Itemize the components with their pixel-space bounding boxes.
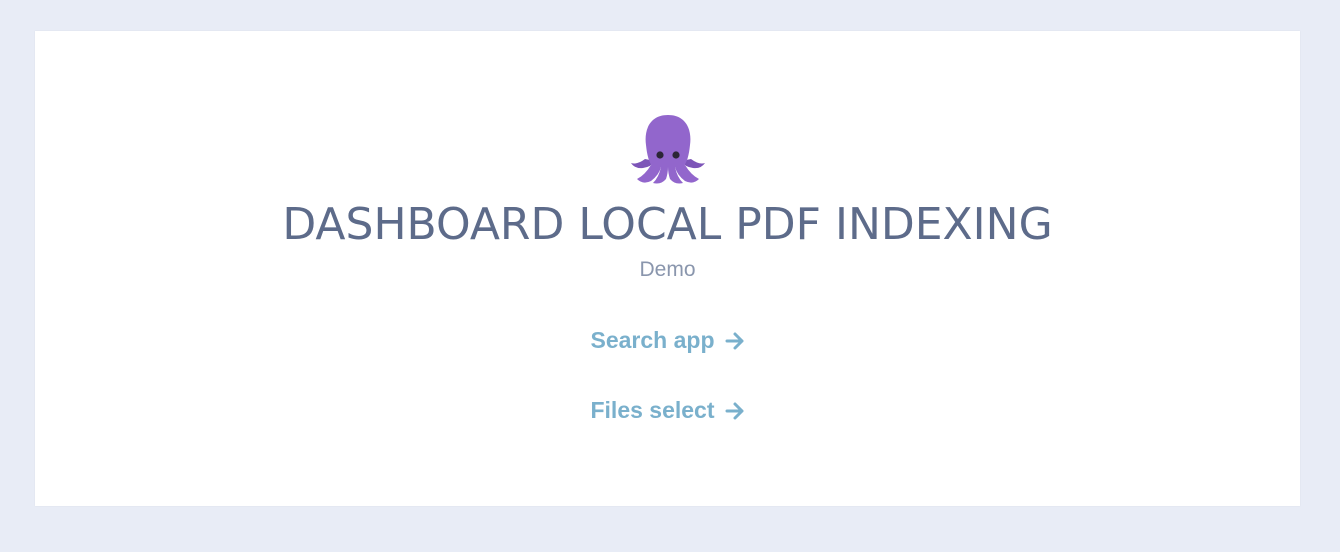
search-app-link-label: Search app [590,327,715,353]
main-card: DASHBOARD LOCAL PDF INDEXING Demo Search… [35,31,1300,506]
search-app-link[interactable]: Search app [35,325,1300,355]
files-select-link-label: Files select [590,397,715,423]
page-subtitle: Demo [639,258,696,281]
files-select-link[interactable]: Files select [35,395,1300,425]
arrow-right-icon [725,402,744,420]
octopus-icon [631,115,705,184]
arrow-right-icon [725,332,743,350]
page-title: DASHBOARD LOCAL PDF INDEXING [282,199,1053,250]
